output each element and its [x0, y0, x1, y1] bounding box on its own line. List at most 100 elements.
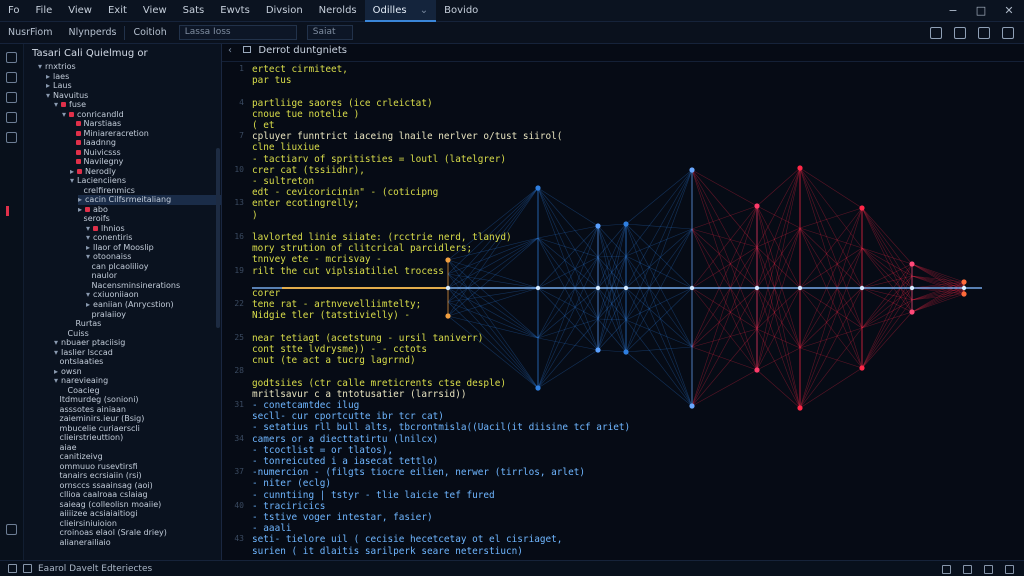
code-line[interactable]: lavlorted linie siiate: (rcctrie nerd, t…	[252, 232, 512, 243]
toolbar-field-2[interactable]: Saiat	[306, 25, 353, 40]
code-line[interactable]: secll- cur cportcutte ibr tcr cat)	[252, 411, 444, 422]
tree-item[interactable]: aiiiizee acsiaiaitiogi	[54, 509, 138, 519]
tree-item[interactable]: Miniareracretion	[70, 129, 149, 139]
chevron-icon[interactable]: ▾	[54, 348, 58, 357]
tree-item[interactable]: ▾ lhnios	[86, 224, 125, 234]
code-editor[interactable]: ‹ Derrot duntgniets 1 ertect cirmiteet, pa…	[222, 44, 1024, 560]
toolbar-item-2[interactable]: Coitioh	[125, 27, 174, 38]
tree-item[interactable]: croinoas elaol (Srale driey)	[54, 528, 167, 538]
settings-icon[interactable]	[6, 524, 17, 535]
chevron-icon[interactable]: ▸	[86, 243, 90, 252]
code-line[interactable]: cnoue tue notelie )	[252, 109, 359, 120]
code-line[interactable]: - aaali	[252, 523, 292, 534]
tree-item[interactable]: asssotes ainiaan	[54, 405, 126, 415]
tree-item[interactable]: ▾ rnxtrios	[38, 62, 76, 72]
code-line[interactable]: - tstive voger intestar, fasier)	[252, 512, 433, 523]
code-line[interactable]: - sultreton	[252, 176, 314, 187]
tree-item[interactable]: ▾ narevieaing	[54, 376, 108, 386]
chevron-icon[interactable]	[54, 509, 57, 518]
menu-item-division[interactable]: Divsion	[258, 0, 311, 22]
tree-item[interactable]: alianerailiaio	[54, 538, 111, 548]
code-line[interactable]: tene rat - artnvevelliimtelty;	[252, 299, 421, 310]
chevron-icon[interactable]	[54, 395, 57, 404]
chevron-icon[interactable]	[54, 481, 57, 490]
extensions-icon[interactable]	[6, 132, 17, 143]
menu-item-exit[interactable]: Exit	[100, 0, 135, 22]
tree-item[interactable]: Rurtas	[70, 319, 102, 329]
code-line[interactable]: mritlsavur c a tntotusatier (larrsid))	[252, 389, 466, 400]
layout-icon[interactable]	[930, 27, 942, 39]
tree-item[interactable]: ommuuo rusevtirsfi	[54, 462, 138, 472]
tree-item[interactable]: clieirstrieuttion)	[54, 433, 124, 443]
code-line[interactable]: - tonreicuted i a iasecat tettlo)	[252, 456, 438, 467]
copy-icon[interactable]	[978, 27, 990, 39]
chevron-icon[interactable]	[70, 129, 73, 138]
debug-icon[interactable]	[6, 112, 17, 123]
code-line[interactable]: - niter (eclg)	[252, 478, 331, 489]
tree-item[interactable]: mbucelie curiaerscli	[54, 424, 140, 434]
split-icon[interactable]	[1002, 27, 1014, 39]
chevron-icon[interactable]	[54, 433, 57, 442]
chevron-icon[interactable]	[54, 414, 57, 423]
menu-item-view[interactable]: View	[60, 0, 100, 22]
chevron-icon[interactable]: ▾	[86, 290, 90, 299]
tree-item[interactable]: Nacensminsinerations	[86, 281, 181, 291]
tree-item[interactable]: ▾ cxiuoniiaon	[86, 290, 139, 300]
tree-item[interactable]: cllioa caalroaa cslaiag	[54, 490, 148, 500]
minimize-icon[interactable]: −	[946, 4, 960, 18]
menu-item-sats[interactable]: Sats	[175, 0, 213, 22]
git-icon[interactable]	[6, 92, 17, 103]
tree-item[interactable]: ▸ owsn	[54, 367, 82, 377]
code-line[interactable]: edt - cevicoricinin" - (coticipng	[252, 187, 438, 198]
tree-item[interactable]: Iaadnng	[70, 138, 116, 148]
menu-item-view-2[interactable]: View	[135, 0, 175, 22]
chevron-icon[interactable]	[62, 386, 65, 395]
sync-icon[interactable]	[23, 564, 32, 573]
code-line[interactable]: cpluyer funntrict iaceing lnaile nerlver…	[252, 131, 562, 142]
tree-item[interactable]: ▾ Iaslier lsccad	[54, 348, 113, 358]
code-line[interactable]: - cunntiing | tstyr - tlie laicie tef fu…	[252, 490, 495, 501]
tree-item[interactable]: Cuiss	[62, 329, 89, 339]
tree-item[interactable]: naulor	[86, 271, 117, 281]
code-line[interactable]: - traciricics	[252, 501, 325, 512]
chevron-icon[interactable]	[54, 519, 57, 528]
menu-item-extra[interactable]: Bovido	[436, 0, 486, 22]
layout-icon[interactable]	[984, 564, 993, 574]
chevron-icon[interactable]: ▾	[46, 91, 50, 100]
chevron-icon[interactable]	[86, 262, 89, 271]
chevron-icon[interactable]: ▾	[38, 62, 42, 71]
chevron-icon[interactable]: ▾	[86, 252, 90, 261]
code-line[interactable]: camers or a diecttatirtu (lnilcx)	[252, 434, 438, 445]
chevron-icon[interactable]	[54, 452, 57, 461]
chevron-icon[interactable]	[70, 319, 73, 328]
code-line[interactable]: mory strution of clitcrical parcidlers;	[252, 243, 472, 254]
search-icon[interactable]	[6, 72, 17, 83]
code-line[interactable]: cont stte lvdrysme)) - - cctots	[252, 344, 427, 355]
bell-icon[interactable]	[963, 564, 972, 574]
chevron-icon[interactable]	[70, 157, 73, 166]
chevron-icon[interactable]	[54, 462, 57, 471]
toolbar-item-1[interactable]: Nlynperds	[60, 27, 124, 38]
code-line[interactable]: -numercion - (filgts tiocre eilien, nerw…	[252, 467, 585, 478]
chevron-icon[interactable]	[78, 186, 81, 195]
chevron-icon[interactable]: ▸	[86, 300, 90, 309]
code-line[interactable]: - setatius rll bull alts, tbcrontmisla((…	[252, 422, 630, 433]
tree-item[interactable]: zaieminirs.ieur (Bsig)	[54, 414, 145, 424]
chevron-icon[interactable]	[54, 357, 57, 366]
chevron-icon[interactable]	[70, 138, 73, 147]
code-line[interactable]: near tetiagt (acetstung - ursil taniverr…	[252, 333, 483, 344]
chevron-icon[interactable]	[54, 424, 57, 433]
menu-item-0[interactable]: Fo	[0, 0, 28, 22]
code-line[interactable]: clne liuxiue	[252, 142, 320, 153]
chevron-icon[interactable]: ▾	[86, 233, 90, 242]
chevron-icon[interactable]: ▸	[70, 167, 74, 176]
toolbar-item-0[interactable]: NusrFiom	[0, 27, 60, 38]
chevron-icon[interactable]	[86, 310, 89, 319]
code-line[interactable]: godtsiies (ctr calle mreticrents ctse de…	[252, 378, 506, 389]
chevron-icon[interactable]	[70, 148, 73, 157]
code-line[interactable]: ertect cirmiteet,	[252, 64, 348, 75]
code-line[interactable]: corer	[252, 288, 280, 299]
tree-item[interactable]: clieirsiniuioion	[54, 519, 117, 529]
code-line[interactable]: - conetcamtdec ilug	[252, 400, 359, 411]
tree-item[interactable]: Navilegny	[70, 157, 123, 167]
